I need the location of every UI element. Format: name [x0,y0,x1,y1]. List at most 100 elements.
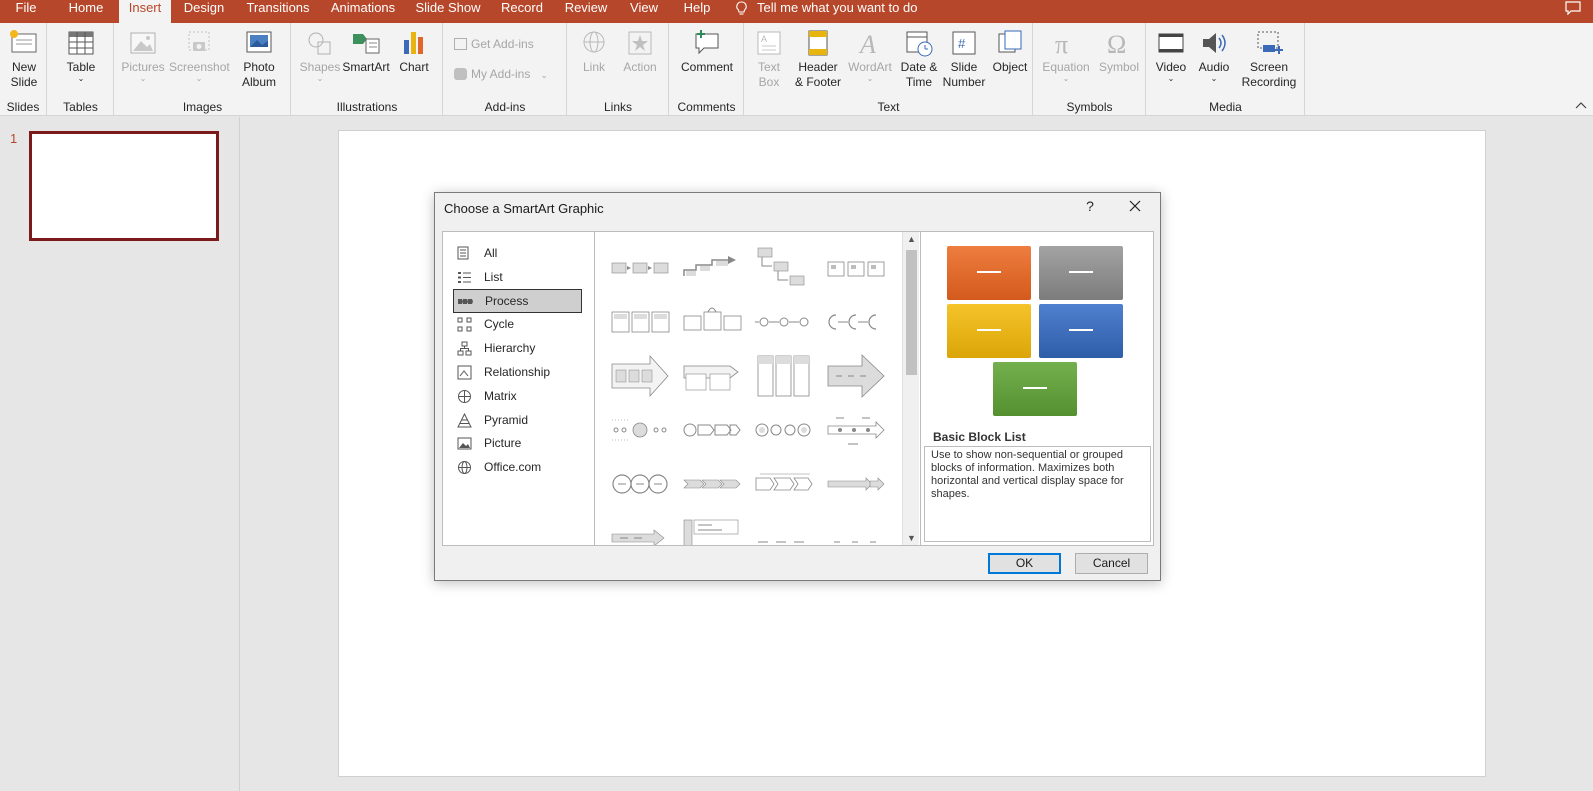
layout-basic-chevron-process-thumbnail[interactable] [610,352,670,400]
chart-label: Chart [399,60,429,74]
close-icon[interactable] [1127,198,1143,214]
layout-segmented-process-thumbnail[interactable] [754,460,814,508]
category-relationship[interactable]: Relationship [453,361,582,385]
screen-recording-button[interactable]: Screen Recording [1239,25,1299,90]
slide-thumbnail[interactable] [29,131,219,241]
layout-basic-process-thumbnail[interactable] [610,244,670,292]
group-text-label: Text [877,100,900,114]
tab-home[interactable]: Home [62,0,110,23]
category-all[interactable]: All [453,242,582,266]
layout-repeating-bending-thumbnail[interactable] [610,460,670,508]
layout-circular-bending-process-thumbnail[interactable] [754,406,814,454]
layout-increasing-arrows-thumbnail[interactable] [826,460,886,508]
layout-step-down-process-thumbnail[interactable] [754,244,814,292]
tab-design[interactable]: Design [180,0,228,23]
layout-continuous-block-process-thumbnail[interactable] [682,298,742,346]
layout-process-list-thumbnail[interactable] [754,352,814,400]
chart-button[interactable]: Chart [392,25,436,75]
layout-step-up-process-thumbnail[interactable] [682,244,742,292]
chevron-down-icon: ⌄ [1210,74,1218,83]
layout-staggered-process-thumbnail[interactable] [826,514,886,545]
comment-button[interactable]: Comment [674,25,740,75]
tab-help[interactable]: Help [677,0,717,23]
layout-accent-process-thumbnail[interactable] [826,244,886,292]
photo-album-icon [246,31,272,53]
scroll-up-icon[interactable]: ▲ [907,234,916,244]
pictures-button[interactable]: Pictures ⌄ [121,25,165,83]
object-label: Object [992,60,1028,74]
layout-alternating-flow-thumbnail[interactable] [610,298,670,346]
tab-record[interactable]: Record [498,0,546,23]
scroll-down-icon[interactable]: ▼ [907,533,916,543]
cancel-button[interactable]: Cancel [1075,553,1148,574]
chevron-down-icon: ⌄ [195,74,203,83]
screenshot-button[interactable]: Screenshot ⌄ [169,25,230,83]
layout-half-circle-process-thumbnail[interactable] [826,298,886,346]
group-text: A Text Box Header & Footer A WordArt ⌄ D… [745,23,1033,116]
text-box-button[interactable]: A Text Box [749,25,789,90]
layout-arrow-ribbon-thumbnail[interactable] [610,514,670,545]
layout-basic-timeline-thumbnail[interactable] [826,406,886,454]
layout-process-arrow-thumbnail[interactable] [826,352,886,400]
smartart-button[interactable]: SmartArt [340,25,392,75]
ok-button[interactable]: OK [988,553,1061,574]
get-addins-button[interactable]: Get Add-ins [454,37,534,51]
category-picture[interactable]: Picture [453,432,582,456]
all-icon [457,246,469,260]
layout-chevron-accent-thumbnail[interactable] [682,460,742,508]
header-footer-button[interactable]: Header & Footer [793,25,843,90]
tab-insert[interactable]: Insert [119,0,171,23]
video-icon [1158,33,1184,53]
gallery-scrollbar[interactable]: ▲ ▼ [902,232,919,545]
comments-icon[interactable] [1565,1,1581,15]
category-hierarchy[interactable]: Hierarchy [453,337,582,361]
preview-layout-name: Basic Block List [933,430,1026,444]
shapes-button[interactable]: Shapes ⌄ [298,25,342,83]
header-footer-label: Header & Footer [794,60,842,89]
category-office-com[interactable]: Office.com [453,456,582,480]
date-time-button[interactable]: Date & Time [897,25,941,90]
slide-number-button[interactable]: # Slide Number [941,25,987,90]
globe-icon [458,461,471,474]
tab-file[interactable]: File [8,0,44,23]
object-button[interactable]: Object [989,25,1031,75]
preview-block-green [993,362,1077,416]
symbol-button[interactable]: Ω Symbol [1096,25,1142,75]
tab-review[interactable]: Review [560,0,612,23]
table-button[interactable]: Table ⌄ [62,25,100,83]
layout-gallery [596,232,902,545]
layout-detailed-process-thumbnail[interactable] [682,514,742,545]
layout-vertical-accent-thumbnail[interactable] [682,352,742,400]
category-matrix[interactable]: Matrix [453,385,582,409]
category-process[interactable]: Process [453,289,582,313]
preview-block-orange [947,246,1031,300]
category-cycle[interactable]: Cycle [453,313,582,337]
category-label: Matrix [484,389,517,403]
equation-button[interactable]: π Equation ⌄ [1036,25,1096,83]
svg-text:A: A [858,30,876,58]
wordart-button[interactable]: A WordArt ⌄ [845,25,895,83]
audio-button[interactable]: Audio ⌄ [1193,25,1235,83]
tab-transitions[interactable]: Transitions [242,0,314,23]
help-button[interactable]: ? [1083,198,1097,214]
collapse-ribbon-icon[interactable] [1575,101,1587,109]
scrollbar-thumb[interactable] [906,250,917,375]
link-button[interactable]: Link [574,25,614,75]
category-list-item[interactable]: List [453,266,582,290]
layout-circle-accent-timeline-thumbnail[interactable] [610,406,670,454]
my-addins-button[interactable]: My Add-ins ⌄ [454,67,548,81]
layout-upward-process-thumbnail[interactable] [754,514,814,545]
new-slide-button[interactable]: New Slide [4,25,44,90]
photo-album-button[interactable]: Photo Album [233,25,285,90]
list-icon [458,272,471,283]
tab-animations[interactable]: Animations [328,0,398,23]
video-button[interactable]: Video ⌄ [1151,25,1191,83]
category-pyramid[interactable]: Pyramid [453,409,582,433]
action-button[interactable]: Action [618,25,662,75]
tab-slide-show[interactable]: Slide Show [413,0,483,23]
layout-circle-arrow-process-thumbnail[interactable] [682,406,742,454]
layout-process-dots-thumbnail[interactable] [754,298,814,346]
group-symbols-label: Symbols [1066,100,1113,114]
speaker-icon [1203,33,1226,53]
tab-view[interactable]: View [626,0,662,23]
